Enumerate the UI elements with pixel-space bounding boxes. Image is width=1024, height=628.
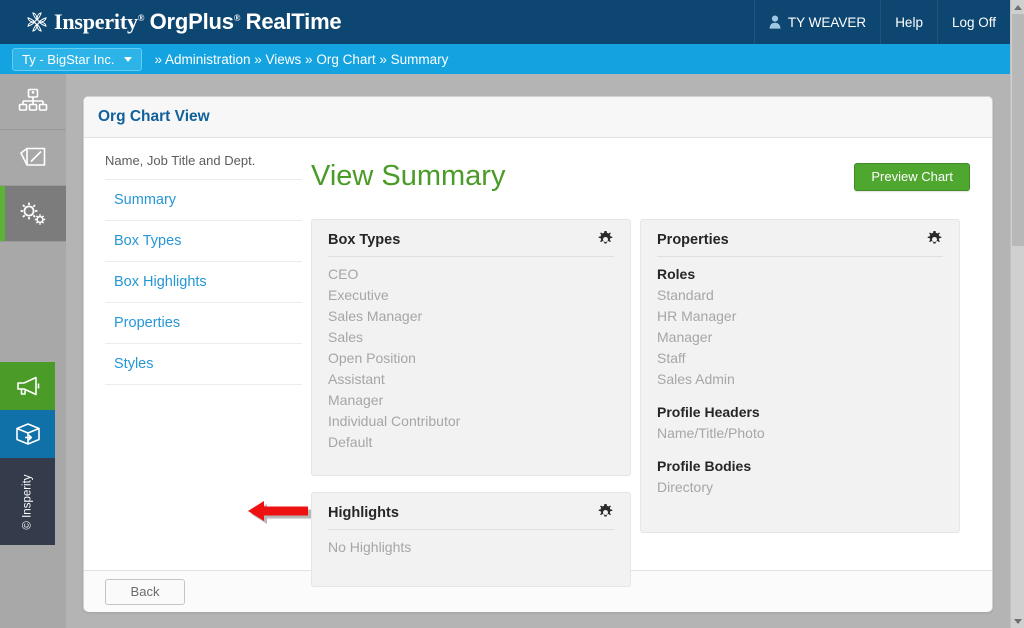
- highlights-panel: Highlights No Highlights: [311, 492, 631, 587]
- gear-icon[interactable]: [926, 231, 943, 248]
- header-actions: TY WEAVER Help Log Off: [753, 0, 1010, 44]
- sidenav-item-properties[interactable]: Properties: [105, 303, 302, 344]
- package-icon: [15, 423, 40, 445]
- card-header: Org Chart View: [84, 97, 992, 138]
- properties-content: Roles Standard HR Manager Manager Staff …: [657, 257, 943, 498]
- list-item: Directory: [657, 479, 714, 495]
- page-scrollbar[interactable]: [1010, 0, 1024, 628]
- annotation-arrow-icon: [248, 501, 311, 524]
- help-link[interactable]: Help: [880, 0, 937, 44]
- sidenav-item-box-highlights[interactable]: Box Highlights: [105, 262, 302, 303]
- rail-item-administration[interactable]: [0, 186, 66, 242]
- user-icon: [769, 15, 781, 29]
- chevron-up-icon: [1014, 4, 1022, 10]
- sidenav-item-summary[interactable]: Summary: [105, 180, 302, 221]
- list-item: Executive: [328, 287, 389, 303]
- properties-group-label: Profile Bodies: [657, 458, 752, 474]
- list-item: No Highlights: [328, 539, 412, 555]
- chevron-down-icon: [1014, 618, 1022, 624]
- rail-item-edit[interactable]: [0, 130, 66, 186]
- summary-header-row: View Summary Preview Chart: [311, 138, 970, 193]
- roles-list: Standard HR Manager Manager Staff Sales …: [657, 285, 943, 390]
- list-item: Default: [328, 434, 373, 450]
- gear-icon[interactable]: [597, 504, 614, 521]
- brand-primary: Insperity: [54, 9, 138, 34]
- list-item: CEO: [328, 266, 359, 282]
- edit-icon: [20, 147, 46, 166]
- preview-chart-button[interactable]: Preview Chart: [854, 162, 970, 191]
- rail-item-announcements[interactable]: [0, 362, 55, 410]
- logoff-link[interactable]: Log Off: [936, 0, 1010, 44]
- breadcrumb: » Administration » Views » Org Chart » S…: [154, 51, 449, 67]
- list-item: Open Position: [328, 350, 416, 366]
- rail-item-whats-new[interactable]: [0, 410, 55, 458]
- brand-logo[interactable]: Insperity® OrgPlus® RealTime: [0, 9, 342, 35]
- box-types-header: Box Types: [328, 231, 614, 257]
- gear-icon[interactable]: [597, 231, 614, 248]
- left-icon-rail: © Insperity: [0, 74, 66, 628]
- list-item: Standard: [657, 287, 714, 303]
- highlights-title: Highlights: [328, 504, 399, 521]
- sidenav-item-box-types[interactable]: Box Types: [105, 221, 302, 262]
- properties-group-label: Profile Headers: [657, 404, 760, 420]
- page-title: Org Chart View: [98, 108, 210, 125]
- box-types-panel: Box Types CEO Executive Sales Manager Sa…: [311, 219, 631, 476]
- profile-bodies-list: Directory: [657, 477, 943, 498]
- list-item: Manager: [657, 329, 713, 345]
- back-button[interactable]: Back: [105, 578, 185, 605]
- user-menu[interactable]: TY WEAVER: [753, 0, 880, 44]
- rail-spacer: [0, 242, 66, 362]
- megaphone-icon: [16, 376, 39, 396]
- properties-title: Properties: [657, 231, 729, 248]
- view-summary-title: View Summary: [311, 160, 506, 192]
- summary-panels: Box Types CEO Executive Sales Manager Sa…: [311, 219, 970, 587]
- insperity-flower-icon: [27, 12, 47, 32]
- list-item: Assistant: [328, 371, 385, 387]
- list-item: Sales Admin: [657, 371, 735, 387]
- sidenav-item-styles[interactable]: Styles: [105, 344, 302, 385]
- copyright-text: © Insperity: [21, 473, 34, 530]
- list-item: Sales: [328, 329, 364, 345]
- summary-main: View Summary Preview Chart Box Types CEO…: [311, 138, 970, 587]
- list-item: Individual Contributor: [328, 413, 461, 429]
- highlights-header: Highlights: [328, 504, 614, 530]
- brand-secondary: OrgPlus: [149, 9, 234, 34]
- content-area: Org Chart View Name, Job Title and Dept.…: [66, 74, 1010, 628]
- list-item: Sales Manager: [328, 308, 423, 324]
- brand-title: Insperity® OrgPlus® RealTime: [54, 9, 342, 34]
- highlights-list: No Highlights: [328, 530, 614, 558]
- list-item: HR Manager: [657, 308, 737, 324]
- org-selector-dropdown[interactable]: Ty - BigStar Inc.: [12, 47, 143, 71]
- view-sidenav: Name, Job Title and Dept. Summary Box Ty…: [105, 138, 302, 385]
- copyright-block: © Insperity: [0, 458, 55, 545]
- app-screen: Insperity® OrgPlus® RealTime TY WEAVER H…: [0, 0, 1024, 628]
- scroll-up-button[interactable]: [1011, 0, 1024, 14]
- gears-icon: [20, 202, 46, 225]
- org-chart-icon: [18, 88, 48, 111]
- scrollbar-thumb[interactable]: [1012, 14, 1024, 246]
- app-header: Insperity® OrgPlus® RealTime TY WEAVER H…: [0, 0, 1010, 44]
- brand-tertiary: RealTime: [245, 9, 342, 34]
- profile-headers-list: Name/Title/Photo: [657, 423, 943, 444]
- user-name: TY WEAVER: [787, 14, 867, 30]
- list-item: Staff: [657, 350, 686, 366]
- org-selector-label: Ty - BigStar Inc.: [22, 51, 115, 67]
- rail-item-org-chart[interactable]: [0, 74, 66, 130]
- properties-panel: Properties Roles Standard HR Manager Man…: [640, 219, 960, 533]
- chevron-down-icon: [124, 56, 133, 62]
- summary-column-right: Properties Roles Standard HR Manager Man…: [640, 219, 960, 587]
- list-item: Name/Title/Photo: [657, 425, 765, 441]
- box-types-title: Box Types: [328, 231, 401, 248]
- org-chart-view-card: Org Chart View Name, Job Title and Dept.…: [83, 96, 993, 612]
- box-types-list: CEO Executive Sales Manager Sales Open P…: [328, 257, 614, 453]
- properties-group-label: Roles: [657, 266, 696, 282]
- properties-header: Properties: [657, 231, 943, 257]
- sidenav-caption: Name, Job Title and Dept.: [105, 138, 302, 180]
- summary-column-left: Box Types CEO Executive Sales Manager Sa…: [311, 219, 631, 587]
- scroll-down-button[interactable]: [1011, 614, 1024, 628]
- card-body: Name, Job Title and Dept. Summary Box Ty…: [84, 138, 992, 587]
- breadcrumb-bar: Ty - BigStar Inc. » Administration » Vie…: [0, 44, 1010, 74]
- list-item: Manager: [328, 392, 384, 408]
